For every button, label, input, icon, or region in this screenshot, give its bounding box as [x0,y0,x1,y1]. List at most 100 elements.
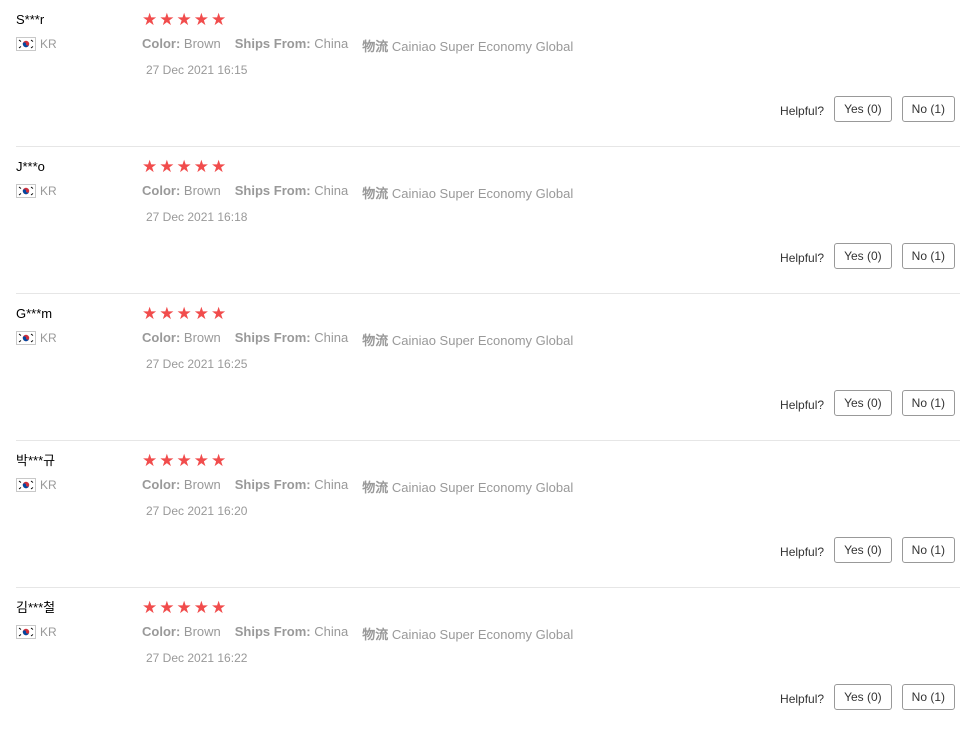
color-info: Color: Brown [142,624,221,643]
helpful-no-button[interactable]: No (1) [901,96,955,122]
logistics-value: Cainiao Super Economy Global [391,39,574,54]
logistics-label: 物流 [362,39,389,54]
logistics-info: 物流 Cainiao Super Economy Global [362,36,573,55]
ships-from-label: Ships From: [234,477,311,492]
order-info: Color: Brown Ships From: China 物流 Cainia… [142,624,960,643]
ships-from-value: China [314,183,349,198]
south-korea-flag-icon [16,625,36,639]
star-icon: ★ [211,157,227,176]
review-content: ★ ★ ★ ★ ★ Color: Brown Ships From: China 物流 … [142,157,960,224]
star-icon: ★ [142,598,158,617]
helpful-yes-button[interactable]: Yes (0) [834,96,892,122]
review-item: S***r KR ★ ★ ★ ★ ★ Color: Brown Ships From: … [16,0,960,147]
order-info: Color: Brown Ships From: China 物流 Cainia… [142,477,960,496]
star-icon: ★ [193,304,209,323]
star-icon: ★ [211,451,227,470]
reviewer-country: KR [16,37,136,51]
reviewer-name: 박***규 [16,453,56,468]
logistics-info: 物流 Cainiao Super Economy Global [362,624,573,643]
logistics-label: 物流 [362,186,389,201]
helpful-no-button[interactable]: No (1) [901,684,955,710]
color-value: Brown [183,183,221,198]
ships-from-info: Ships From: China [235,36,348,55]
color-info: Color: Brown [142,183,221,202]
helpful-yes-button[interactable]: Yes (0) [834,537,892,563]
logistics-label: 物流 [362,627,389,642]
ships-from-info: Ships From: China [235,330,348,349]
country-code: KR [40,184,57,198]
star-icon: ★ [159,157,175,176]
ships-from-label: Ships From: [234,624,311,639]
star-rating: ★ ★ ★ ★ ★ [142,451,960,470]
star-icon: ★ [176,451,192,470]
color-label: Color: [142,36,181,51]
ships-from-label: Ships From: [234,183,311,198]
reviewer-name: 김***철 [16,600,56,615]
south-korea-flag-icon [16,478,36,492]
helpful-no-button[interactable]: No (1) [901,390,955,416]
ships-from-value: China [314,330,349,345]
color-info: Color: Brown [142,36,221,55]
helpful-vote: Helpful? Yes (0) No (1) [780,243,955,269]
color-label: Color: [142,330,181,345]
color-label: Color: [142,624,181,639]
star-icon: ★ [176,598,192,617]
logistics-value: Cainiao Super Economy Global [391,333,574,348]
order-info: Color: Brown Ships From: China 物流 Cainia… [142,183,960,202]
helpful-no-button[interactable]: No (1) [901,243,955,269]
star-icon: ★ [211,304,227,323]
logistics-value: Cainiao Super Economy Global [391,480,574,495]
reviewer-info: 김***철 KR [16,600,136,639]
star-icon: ★ [193,10,209,29]
star-icon: ★ [159,304,175,323]
ships-from-info: Ships From: China [235,624,348,643]
helpful-vote: Helpful? Yes (0) No (1) [780,537,955,563]
logistics-info: 物流 Cainiao Super Economy Global [362,330,573,349]
reviewer-country: KR [16,184,136,198]
helpful-vote: Helpful? Yes (0) No (1) [780,390,955,416]
helpful-label: Helpful? [780,398,825,412]
helpful-vote: Helpful? Yes (0) No (1) [780,96,955,122]
helpful-yes-button[interactable]: Yes (0) [834,390,892,416]
helpful-yes-button[interactable]: Yes (0) [834,243,892,269]
south-korea-flag-icon [16,37,36,51]
country-code: KR [40,478,57,492]
ships-from-value: China [314,36,349,51]
review-date: 27 Dec 2021 16:25 [146,357,248,371]
star-icon: ★ [176,10,192,29]
helpful-label: Helpful? [780,251,825,265]
reviewer-country: KR [16,331,136,345]
helpful-label: Helpful? [780,545,825,559]
logistics-value: Cainiao Super Economy Global [391,186,574,201]
helpful-vote: Helpful? Yes (0) No (1) [780,684,955,710]
review-date: 27 Dec 2021 16:15 [146,63,248,77]
logistics-value: Cainiao Super Economy Global [391,627,574,642]
country-code: KR [40,625,57,639]
star-icon: ★ [159,451,175,470]
review-item: 김***철 KR ★ ★ ★ ★ ★ Color: Brown Ships From: … [16,588,960,735]
star-icon: ★ [193,451,209,470]
star-icon: ★ [211,10,227,29]
reviewer-country: KR [16,625,136,639]
review-date: 27 Dec 2021 16:18 [146,210,248,224]
star-rating: ★ ★ ★ ★ ★ [142,304,960,323]
review-item: G***m KR ★ ★ ★ ★ ★ Color: Brown Ships From: … [16,294,960,441]
logistics-info: 物流 Cainiao Super Economy Global [362,477,573,496]
reviewer-name: J***o [16,159,45,174]
helpful-yes-button[interactable]: Yes (0) [834,684,892,710]
helpful-label: Helpful? [780,104,825,118]
ships-from-value: China [314,477,349,492]
helpful-no-button[interactable]: No (1) [901,537,955,563]
star-icon: ★ [142,304,158,323]
order-info: Color: Brown Ships From: China 物流 Cainia… [142,330,960,349]
star-rating: ★ ★ ★ ★ ★ [142,598,960,617]
helpful-label: Helpful? [780,692,825,706]
review-content: ★ ★ ★ ★ ★ Color: Brown Ships From: China 物流 … [142,598,960,665]
color-value: Brown [183,36,221,51]
ships-from-label: Ships From: [234,330,311,345]
color-value: Brown [183,477,221,492]
review-content: ★ ★ ★ ★ ★ Color: Brown Ships From: China 物流 … [142,10,960,77]
review-date: 27 Dec 2021 16:22 [146,651,248,665]
country-code: KR [40,331,57,345]
order-info: Color: Brown Ships From: China 物流 Cainia… [142,36,960,55]
